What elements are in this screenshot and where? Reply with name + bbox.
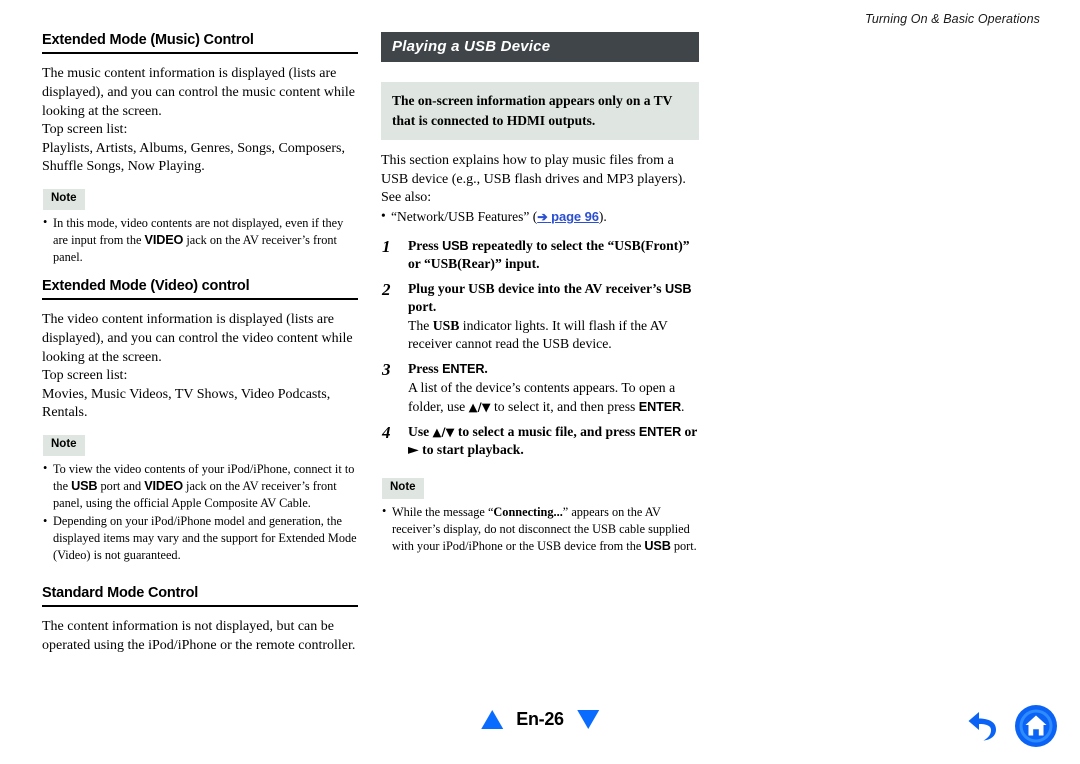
step-list: 1 Press USB repeatedly to select the “US…: [381, 237, 699, 459]
nav-icon-group: [966, 704, 1058, 748]
section-heading-extended-mode-video: Extended Mode (Video) control: [42, 278, 358, 301]
page-link-label: page 96: [551, 208, 599, 224]
step-title: Plug your USB device into the AV receive…: [408, 280, 699, 316]
note-text-post: port.: [670, 538, 697, 553]
step-item-2: 2 Plug your USB device into the AV recei…: [381, 280, 699, 353]
note-item: While the message “Connecting...” appear…: [381, 503, 699, 555]
step-body: The USB indicator lights. It will flash …: [408, 317, 699, 353]
step-title: Use ▲/▼ to select a music file, and pres…: [408, 423, 699, 459]
step-item-1: 1 Press USB repeatedly to select the “US…: [381, 237, 699, 273]
keycap-usb: USB: [442, 239, 469, 254]
right-arrow-icon: ➔: [537, 209, 548, 224]
note-list-usb: While the message “Connecting...” appear…: [381, 503, 699, 555]
step-title-post: port.: [408, 298, 437, 314]
step-number: 4: [382, 422, 391, 442]
step-body: A list of the device’s contents appears.…: [408, 379, 699, 415]
note-text-mid: port and: [97, 478, 145, 493]
keycap-usb: USB: [644, 538, 671, 553]
keycap-enter: ENTER: [638, 399, 682, 414]
back-arrow-icon[interactable]: [966, 709, 1002, 743]
page-link-96[interactable]: ➔ page 96: [537, 209, 599, 224]
paragraph-video-top-screen-list: Movies, Music Videos, TV Shows, Video Po…: [42, 386, 331, 421]
step-number: 2: [382, 280, 391, 300]
up-down-arrow-icon: ▲/▼: [468, 399, 491, 414]
step-title-post: .: [484, 361, 488, 377]
paragraph-standard-mode: The content information is not displayed…: [42, 619, 356, 653]
step-body-pre: The: [408, 317, 433, 333]
callout-hdmi-notice: The on-screen information appears only o…: [381, 82, 699, 141]
paragraph-video-top-screen-label: Top screen list:: [42, 368, 128, 384]
paragraph-usb-intro: This section explains how to play music …: [381, 153, 686, 187]
step-title-mid2: or: [681, 423, 698, 439]
page-footer: En-26: [0, 704, 1080, 748]
paragraph-music-top-screen-label: Top screen list:: [42, 122, 128, 138]
keycap-usb: USB: [665, 282, 692, 297]
note-emphasis-connecting: Connecting...: [493, 504, 563, 519]
see-also-list: “Network/USB Features” (➔ page 96).: [381, 207, 699, 226]
step-title-pre: Plug your USB device into the AV receive…: [408, 281, 665, 297]
see-also-item: “Network/USB Features” (➔ page 96).: [381, 207, 699, 226]
step-title-pre: Press: [408, 361, 443, 377]
note-list-video: To view the video contents of your iPod/…: [42, 460, 358, 564]
keycap-video: VIDEO: [144, 478, 183, 493]
note-badge-music: Note: [43, 189, 85, 210]
see-also-prefix: “Network/USB Features” (: [391, 208, 538, 224]
triangle-down-icon[interactable]: [576, 710, 599, 729]
section-heading-extended-mode-music: Extended Mode (Music) Control: [42, 32, 358, 55]
home-icon[interactable]: [1014, 704, 1058, 748]
keycap-video: VIDEO: [144, 232, 184, 247]
note-text: Depending on your iPod/iPhone model and …: [53, 514, 357, 562]
step-title-pre: Use: [408, 423, 433, 439]
step-number: 1: [382, 237, 391, 257]
note-list-music: In this mode, video contents are not dis…: [42, 214, 358, 266]
note-text-pre: While the message “: [392, 504, 494, 519]
paragraph-music-intro: The music content information is display…: [42, 66, 355, 119]
note-item: In this mode, video contents are not dis…: [42, 214, 358, 266]
keycap-usb: USB: [71, 478, 98, 493]
step-title: Press USB repeatedly to select the “USB(…: [408, 237, 699, 273]
step-item-4: 4 Use ▲/▼ to select a music file, and pr…: [381, 423, 699, 459]
page-navigation: En-26: [481, 709, 599, 730]
paragraph-music-top-screen-list: Playlists, Artists, Albums, Genres, Song…: [42, 140, 345, 175]
step-body-post: .: [681, 398, 685, 414]
keycap-usb-indicator: USB: [432, 317, 460, 333]
up-down-arrow-icon: ▲/▼: [432, 424, 455, 439]
play-icon: ►: [408, 441, 419, 458]
section-heading-standard-mode: Standard Mode Control: [42, 585, 358, 608]
note-badge-video: Note: [43, 435, 85, 456]
step-title-mid: to select a music file, and press: [454, 423, 639, 439]
page-number-label: En-26: [516, 709, 564, 729]
see-also-suffix: ).: [598, 208, 607, 224]
triangle-up-icon[interactable]: [481, 710, 504, 729]
note-badge-usb: Note: [382, 478, 424, 499]
note-item: To view the video contents of your iPod/…: [42, 460, 358, 512]
step-title: Press ENTER.: [408, 360, 699, 378]
keycap-enter: ENTER: [638, 424, 682, 439]
step-title-pre: Press: [408, 238, 443, 254]
running-header: Turning On & Basic Operations: [865, 12, 1040, 26]
right-column: Playing a USB Device The on-screen infor…: [381, 32, 699, 556]
see-also-label: See also:: [381, 190, 432, 206]
step-body-mid: to select it, and then press: [490, 398, 639, 414]
step-number: 3: [382, 360, 391, 380]
note-item: Depending on your iPod/iPhone model and …: [42, 513, 358, 564]
step-item-3: 3 Press ENTER. A list of the device’s co…: [381, 360, 699, 415]
keycap-enter: ENTER: [442, 362, 485, 377]
step-title-post: to start playback.: [418, 441, 524, 457]
left-column: Extended Mode (Music) Control The music …: [42, 32, 358, 656]
paragraph-video-intro: The video content information is display…: [42, 312, 353, 365]
banner-title-playing-usb-device: Playing a USB Device: [381, 32, 699, 62]
